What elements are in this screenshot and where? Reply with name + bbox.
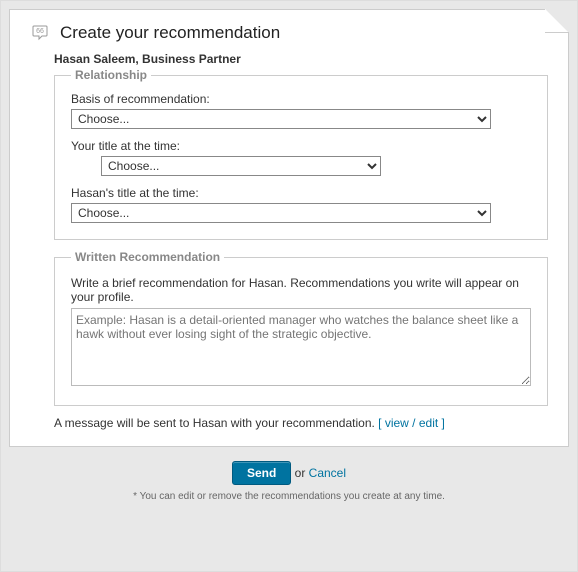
their-title-label: Hasan's title at the time: (71, 186, 531, 200)
page-container: 66 Create your recommendation Hasan Sale… (0, 0, 578, 572)
message-notice-text: A message will be sent to Hasan with you… (54, 416, 378, 430)
action-row: Send or Cancel (9, 461, 569, 485)
bracket-open: [ (378, 416, 385, 430)
relationship-fieldset: Relationship Basis of recommendation: Ch… (54, 68, 548, 240)
or-text: or (295, 466, 309, 480)
card-header: 66 Create your recommendation (30, 22, 548, 44)
basis-label: Basis of recommendation: (71, 92, 531, 106)
recommendation-icon: 66 (30, 22, 52, 44)
your-title-select[interactable]: Choose... (101, 156, 381, 176)
basis-field: Basis of recommendation: Choose... (71, 92, 531, 129)
view-edit-link[interactable]: view / edit (385, 416, 438, 430)
written-help-text: Write a brief recommendation for Hasan. … (71, 276, 531, 304)
written-legend: Written Recommendation (71, 250, 224, 264)
their-title-field: Hasan's title at the time: Choose... (71, 186, 531, 223)
your-title-label: Your title at the time: (71, 139, 531, 153)
cancel-link[interactable]: Cancel (309, 466, 346, 480)
your-title-field: Your title at the time: Choose... (71, 139, 531, 176)
basis-select[interactable]: Choose... (71, 109, 491, 129)
svg-text:66: 66 (36, 28, 44, 35)
folded-corner-decoration (545, 9, 569, 33)
message-notice: A message will be sent to Hasan with you… (54, 416, 548, 430)
recommendation-textarea[interactable] (71, 308, 531, 386)
send-button[interactable]: Send (232, 461, 291, 485)
their-title-select[interactable]: Choose... (71, 203, 491, 223)
written-fieldset: Written Recommendation Write a brief rec… (54, 250, 548, 406)
page-title: Create your recommendation (60, 23, 280, 43)
recommendation-card: 66 Create your recommendation Hasan Sale… (9, 9, 569, 447)
relationship-legend: Relationship (71, 68, 151, 82)
subject-name: Hasan Saleem, Business Partner (54, 52, 548, 66)
footnote-text: * You can edit or remove the recommendat… (9, 491, 569, 502)
bracket-close: ] (438, 416, 445, 430)
